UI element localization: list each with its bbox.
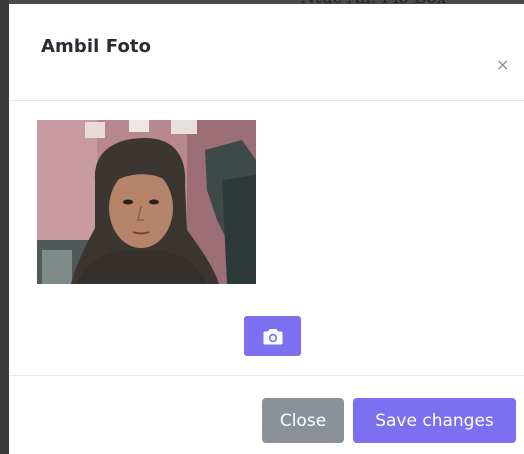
take-photo-button[interactable] (244, 316, 301, 356)
modal-dialog: Ambil Foto × Close Save changes (9, 4, 524, 454)
camera-preview (37, 120, 256, 284)
modal-title: Ambil Foto (41, 36, 152, 57)
close-icon[interactable]: × (496, 57, 509, 73)
backdrop-edge (0, 0, 9, 454)
modal-footer: Close Save changes (9, 375, 524, 454)
modal-body (9, 101, 524, 375)
page: Ntuc Ali. Pio Box Ambil Foto × (0, 0, 524, 454)
modal-header: Ambil Foto × (9, 4, 524, 101)
camera-icon (263, 328, 282, 344)
close-button[interactable]: Close (262, 398, 344, 443)
save-changes-button[interactable]: Save changes (353, 398, 516, 443)
webcam-image (37, 120, 256, 284)
